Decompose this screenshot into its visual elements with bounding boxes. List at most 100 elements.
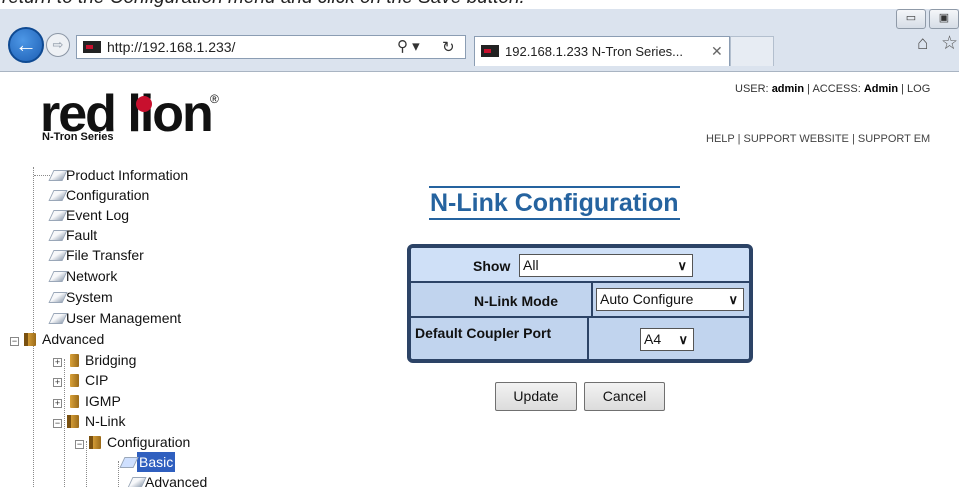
page-icon <box>48 311 66 325</box>
n-link-mode-row: N-Link Mode Auto Configure ∨ <box>411 283 749 318</box>
folder-icon <box>66 373 82 387</box>
user-label: USER: <box>735 83 769 95</box>
folder-icon <box>66 353 82 367</box>
n-link-mode-select[interactable]: Auto Configure ∨ <box>596 288 744 311</box>
tree-item-label: Advanced <box>145 474 208 487</box>
expand-icon[interactable]: + <box>53 378 62 387</box>
cancel-button[interactable]: Cancel <box>584 382 665 411</box>
instruction-text: return to the Configuration menu and cli… <box>0 0 959 9</box>
page-icon <box>48 168 66 182</box>
logo-subtitle: N-Tron Series <box>42 131 114 143</box>
tree-item-n-link-configuration[interactable]: − Configuration <box>75 432 190 452</box>
tree-item-user-management[interactable]: User Management <box>34 308 181 328</box>
chevron-down-icon: ∨ <box>728 292 738 307</box>
tree-item-label: Network <box>66 268 118 284</box>
tree-item-label: File Transfer <box>66 247 144 263</box>
forward-arrow-icon[interactable]: ⇨ <box>46 33 70 57</box>
page-icon <box>48 248 66 262</box>
page-icon <box>48 188 66 202</box>
tree-item-label: Basic <box>137 452 176 472</box>
default-coupler-port-label: Default Coupler Port <box>415 325 552 341</box>
back-arrow-icon[interactable]: ← <box>8 27 44 63</box>
red-lion-logo: red lion ® N-Tron Series <box>40 86 220 156</box>
n-link-mode-value: Auto Configure <box>600 291 694 307</box>
tree-item-basic[interactable]: Basic <box>119 452 176 472</box>
page-icon <box>48 208 66 222</box>
tab-favicon-icon <box>481 45 499 57</box>
page-icon <box>48 228 66 242</box>
collapse-icon[interactable]: − <box>75 440 84 449</box>
default-coupler-port-select[interactable]: A4 ∨ <box>640 328 694 351</box>
tree-item-label: N-Link <box>85 413 126 429</box>
chevron-down-icon: ∨ <box>678 332 688 347</box>
tree-item-advanced-sub[interactable]: Advanced <box>119 472 207 487</box>
user-value: admin <box>771 83 805 95</box>
n-link-config-form: Show All ∨ N-Link Mode Auto Configure ∨ … <box>407 244 753 363</box>
search-icon[interactable]: ⚲ ▾ <box>397 37 420 55</box>
tree-item-label: Bridging <box>85 352 137 368</box>
tree-item-label: Configuration <box>66 187 150 203</box>
maximize-button[interactable]: ▣ <box>929 9 959 29</box>
browser-tab[interactable]: 192.168.1.233 N-Tron Series... ✕ <box>474 36 730 66</box>
tree-item-system[interactable]: System <box>34 287 113 307</box>
folder-open-icon <box>23 332 39 346</box>
show-row: Show All ∨ <box>411 248 749 283</box>
tree-item-label: Advanced <box>42 331 105 347</box>
folder-icon <box>66 394 82 408</box>
browser-chrome: ▭ ▣ ← ⇨ http://192.168.1.233/ ⚲ ▾ ↻ 192.… <box>0 9 959 72</box>
collapse-icon[interactable]: − <box>10 337 19 346</box>
folder-open-icon <box>88 435 104 449</box>
star-icon[interactable]: ☆ <box>941 32 958 55</box>
expand-icon[interactable]: + <box>53 399 62 408</box>
update-button[interactable]: Update <box>495 382 577 411</box>
tree-item-n-link[interactable]: − N-Link <box>53 411 125 431</box>
expand-icon[interactable]: + <box>53 358 62 367</box>
tree-item-advanced[interactable]: − Advanced <box>10 329 104 349</box>
tree-item-label: IGMP <box>85 393 121 409</box>
default-coupler-port-value: A4 <box>644 331 662 347</box>
page-title: N-Link Configuration <box>429 186 680 220</box>
show-select[interactable]: All ∨ <box>519 254 693 277</box>
collapse-icon[interactable]: − <box>53 419 62 428</box>
address-bar[interactable]: http://192.168.1.233/ ⚲ ▾ ↻ <box>76 35 466 59</box>
tree-item-event-log[interactable]: Event Log <box>34 205 129 225</box>
page-icon <box>119 455 137 469</box>
minimize-button[interactable]: ▭ <box>896 9 926 29</box>
tree-item-igmp[interactable]: + IGMP <box>53 391 121 411</box>
tab-title: 192.168.1.233 N-Tron Series... <box>505 44 684 59</box>
tree-item-label: Event Log <box>66 207 130 223</box>
support-website-link[interactable]: SUPPORT WEBSITE <box>744 133 849 145</box>
tree-item-network[interactable]: Network <box>34 266 117 286</box>
default-coupler-port-row: Default Coupler Port A4 ∨ <box>411 318 749 359</box>
access-value: Admin <box>863 83 899 95</box>
site-favicon-icon <box>83 41 101 53</box>
tree-item-label: Fault <box>66 227 98 243</box>
logout-link[interactable]: LOG <box>907 83 930 95</box>
n-link-mode-label: N-Link Mode <box>474 293 558 309</box>
navigation-tree: Product Information Configuration Event … <box>0 165 240 487</box>
separator: | <box>807 83 811 95</box>
tree-item-label: Product Information <box>66 167 189 183</box>
chevron-down-icon: ∨ <box>677 258 687 273</box>
tree-item-cip[interactable]: + CIP <box>53 370 108 390</box>
separator: | <box>737 133 741 145</box>
reload-icon[interactable]: ↻ <box>442 38 455 56</box>
help-link[interactable]: HELP <box>706 133 735 145</box>
folder-open-icon <box>66 414 82 428</box>
support-email-link[interactable]: SUPPORT EM <box>858 133 930 145</box>
new-tab-button[interactable] <box>730 36 774 66</box>
tree-item-file-transfer[interactable]: File Transfer <box>34 245 144 265</box>
tree-item-bridging[interactable]: + Bridging <box>53 350 136 370</box>
page-icon <box>127 475 145 487</box>
tree-item-product-information[interactable]: Product Information <box>34 165 188 185</box>
home-icon[interactable]: ⌂ <box>917 33 928 55</box>
tree-item-configuration[interactable]: Configuration <box>34 185 149 205</box>
window-controls: ▭ ▣ <box>893 9 959 31</box>
lion-head-icon <box>136 96 152 112</box>
registered-mark: ® <box>210 92 219 106</box>
close-icon[interactable]: ✕ <box>711 43 723 60</box>
screenshot-root: { "instruction": "return to the Configur… <box>0 0 959 487</box>
help-bar: HELP | SUPPORT WEBSITE | SUPPORT EM <box>706 133 930 145</box>
tree-item-fault[interactable]: Fault <box>34 225 97 245</box>
url-text[interactable]: http://192.168.1.233/ <box>107 39 235 55</box>
